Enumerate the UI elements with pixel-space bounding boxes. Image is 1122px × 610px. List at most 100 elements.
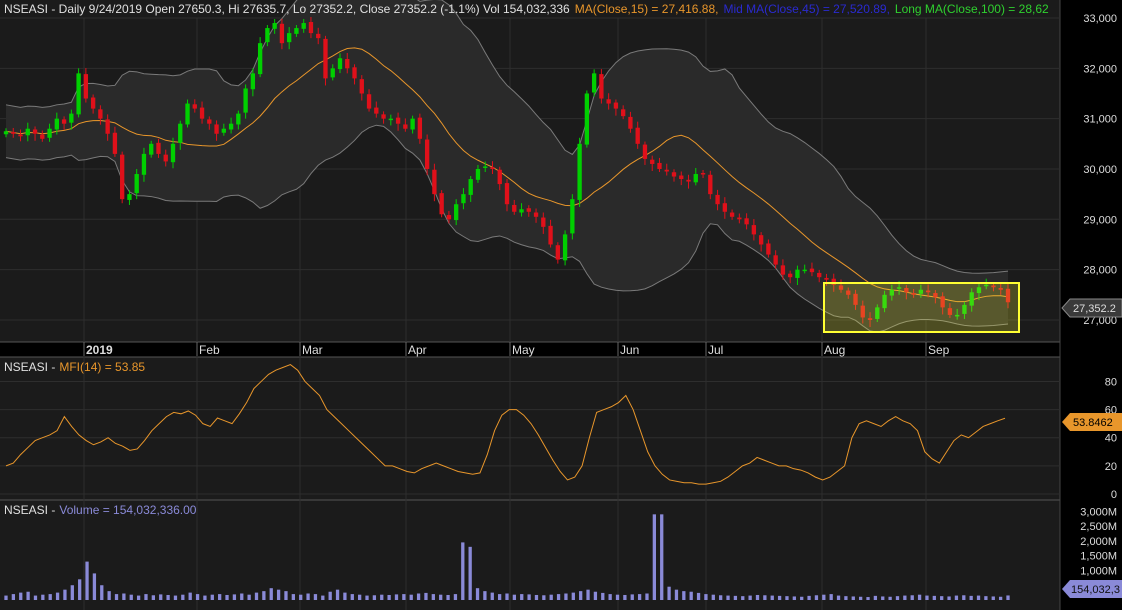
candle-body xyxy=(381,114,386,119)
volume-bar xyxy=(564,593,568,600)
candle-body xyxy=(664,169,669,172)
candle-body xyxy=(562,234,568,261)
volume-bar xyxy=(321,595,325,600)
candle-body xyxy=(163,154,168,162)
candle-body xyxy=(69,113,74,123)
candle-body xyxy=(468,179,473,195)
volume-bar xyxy=(733,595,738,600)
candle-body xyxy=(570,199,575,234)
volume-bar xyxy=(343,592,347,600)
volume-bar xyxy=(527,594,531,600)
volume-bar xyxy=(601,592,605,600)
volume-bar xyxy=(210,594,214,600)
volume-bar xyxy=(763,595,767,600)
candle-body xyxy=(686,179,691,182)
volume-bar xyxy=(785,596,789,600)
volume-bar xyxy=(637,594,642,600)
volume-bar xyxy=(181,594,185,600)
volume-bar xyxy=(726,595,730,600)
candle-body xyxy=(497,169,502,185)
candle-body xyxy=(199,107,205,119)
candle-body xyxy=(679,175,684,180)
candle-body xyxy=(54,118,59,130)
volume-bar xyxy=(512,594,517,600)
volume-bar xyxy=(1006,595,1010,600)
mfi-tick-label: 20 xyxy=(1105,461,1117,473)
candle-body xyxy=(824,277,829,280)
candle-body xyxy=(345,59,350,69)
candle-body xyxy=(788,273,793,278)
candle-body xyxy=(403,124,408,129)
volume-bar xyxy=(829,594,833,600)
candle-body xyxy=(149,143,154,155)
candle-body xyxy=(98,109,103,119)
month-label: Feb xyxy=(199,343,220,357)
last-volume-label: 154,032,3 xyxy=(1071,584,1120,596)
volume-bar xyxy=(593,591,598,600)
volume-bar xyxy=(100,585,104,600)
volume-bar xyxy=(55,592,60,600)
volume-bar xyxy=(859,596,863,600)
price-title-long: Long MA(Close,100) = 28,62 xyxy=(895,2,1049,16)
volume-title-prefix: NSEASI - xyxy=(4,503,55,517)
price-title-prefix: NSEASI - Daily 9/24/2019 Open 27650.3, H… xyxy=(4,2,570,16)
mfi-title-prefix: NSEASI - xyxy=(4,360,55,374)
price-title-ma: MA(Close,15) = 27,416.88, xyxy=(575,2,719,16)
candle-body xyxy=(308,22,314,34)
volume-bar xyxy=(240,593,244,600)
volume-tick-label: 2,500M xyxy=(1080,521,1117,533)
volume-bar xyxy=(579,591,583,600)
volume-bar xyxy=(836,595,841,600)
volume-bar xyxy=(276,589,281,600)
mfi-title: NSEASI - MFI(14) = 53.85 xyxy=(4,360,145,374)
volume-bar xyxy=(144,594,148,600)
price-axis: 33,00032,00031,00030,00029,00028,00027,0… xyxy=(1083,13,1117,327)
volume-bar xyxy=(822,594,826,600)
volume-bar xyxy=(291,594,295,600)
volume-bar xyxy=(372,595,377,600)
volume-bar xyxy=(645,593,649,600)
candle xyxy=(439,190,444,218)
month-label: Jul xyxy=(708,343,723,357)
candle-body xyxy=(221,128,226,133)
candle-body xyxy=(744,218,749,225)
month-label: May xyxy=(512,343,535,357)
candle xyxy=(323,35,328,86)
price-tick-label: 29,000 xyxy=(1083,214,1117,226)
candle-body xyxy=(366,94,372,109)
mfi-tick-label: 40 xyxy=(1105,433,1117,445)
volume-bar xyxy=(416,593,421,600)
candle-body xyxy=(584,93,590,145)
volume-bar xyxy=(719,595,723,600)
mfi-axis: 806040200 xyxy=(1105,376,1117,501)
volume-bar xyxy=(483,591,487,600)
volume-bar xyxy=(284,591,288,600)
volume-bar xyxy=(630,594,634,600)
volume-title-value: Volume = 154,032,336.00 xyxy=(59,503,196,517)
volume-bar xyxy=(962,595,966,600)
volume-bar xyxy=(910,595,914,600)
month-label: Sep xyxy=(928,343,950,357)
volume-bar xyxy=(262,591,266,600)
volume-bar xyxy=(41,594,45,600)
volume-bar xyxy=(844,596,848,600)
mfi-panel-bg xyxy=(0,357,1060,500)
volume-tick-label: 3,000M xyxy=(1080,506,1117,518)
candle-body xyxy=(490,167,495,169)
volume-bar xyxy=(741,596,745,600)
volume-bar xyxy=(652,514,656,600)
volume-tick-label: 2,000M xyxy=(1080,536,1117,548)
candle-body xyxy=(279,23,285,44)
candle-body xyxy=(388,118,393,121)
volume-bar xyxy=(755,594,760,600)
candle-body xyxy=(504,183,510,205)
chart-canvas[interactable]: 33,00032,00031,00030,00029,00028,00027,0… xyxy=(0,0,1122,610)
volume-axis: 3,000M2,500M2,000M1,500M1,000M500M xyxy=(1080,506,1117,592)
candle-body xyxy=(32,129,38,134)
candle-body xyxy=(105,119,110,134)
candle xyxy=(76,68,81,118)
candle-body xyxy=(236,113,241,125)
volume-bar xyxy=(394,594,399,600)
candle-body xyxy=(526,208,531,212)
candle-body xyxy=(439,193,444,215)
